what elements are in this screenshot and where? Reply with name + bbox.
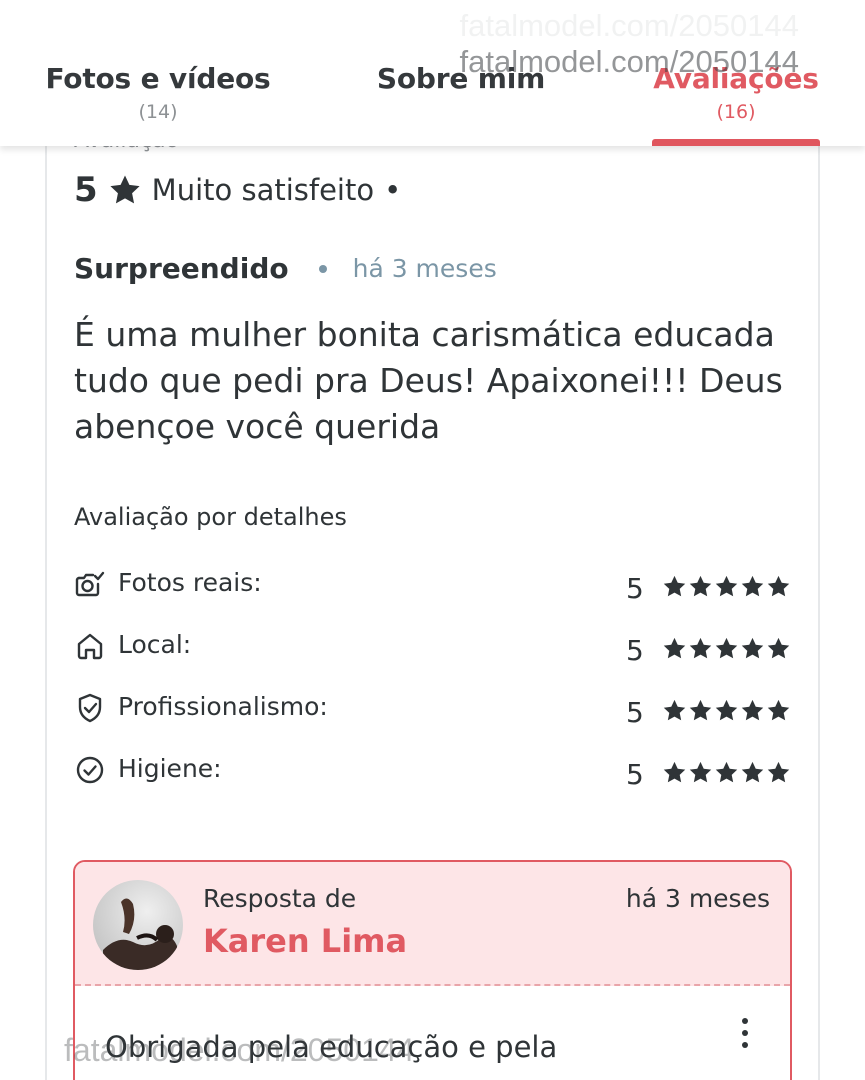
detail-label: Local:: [118, 630, 192, 659]
star-icon: [715, 699, 738, 721]
tab-about-me[interactable]: Sobre mim: [368, 62, 554, 95]
star-icon: [715, 575, 738, 597]
reply-time: há 3 meses: [625, 884, 770, 913]
star-icon: [741, 699, 764, 721]
detail-stars: [662, 574, 791, 599]
star-icon: [767, 575, 790, 597]
detail-label: Higiene:: [118, 754, 222, 783]
review-title: Surpreendido: [74, 252, 289, 285]
tab-bar: Fotos e vídeos (14) Sobre mim Avaliações…: [0, 0, 865, 146]
tab-photos-videos[interactable]: Fotos e vídeos (14): [40, 62, 276, 123]
tab-about-me-label: Sobre mim: [376, 62, 546, 95]
owner-reply: Resposta de Karen Lima há 3 meses Obriga…: [73, 860, 792, 1080]
detail-score: 5: [626, 634, 644, 667]
details-title: Avaliação por detalhes: [74, 503, 347, 531]
home-icon: [77, 633, 103, 660]
rating-separator: •: [384, 173, 402, 207]
reply-header: Resposta de Karen Lima há 3 meses: [75, 862, 790, 986]
review-time: há 3 meses: [352, 254, 497, 283]
overall-rating-value: 5: [74, 170, 98, 210]
detail-stars: [662, 636, 791, 661]
star-icon: [741, 637, 764, 659]
tab-reviews-label: Avaliações: [653, 62, 819, 95]
tab-reviews[interactable]: Avaliações (16): [648, 62, 824, 123]
star-icon: [689, 761, 712, 783]
star-icon: [767, 637, 790, 659]
star-icon: [663, 637, 686, 659]
detail-score: 5: [626, 696, 644, 729]
detail-row-professionalism: Profissionalismo: 5: [74, 690, 794, 730]
shield-check-icon: [78, 693, 102, 723]
star-icon: [715, 637, 738, 659]
detail-row-hygiene: Higiene: 5: [74, 752, 794, 792]
avatar[interactable]: [93, 880, 183, 970]
star-icon: [715, 761, 738, 783]
circle-check-icon: [76, 756, 104, 784]
star-icon: [741, 575, 764, 597]
review-meta: Surpreendido há 3 meses: [74, 252, 497, 285]
star-icon: [689, 637, 712, 659]
star-icon: [663, 699, 686, 721]
detail-label: Profissionalismo:: [118, 692, 328, 721]
overall-rating: 5 Muito satisfeito •: [74, 170, 401, 210]
more-options-icon[interactable]: [740, 1018, 750, 1052]
detail-row-local: Local: 5: [74, 628, 794, 668]
star-icon: [110, 175, 140, 204]
tab-photos-videos-count: (14): [138, 101, 178, 123]
detail-row-photos: Fotos reais: 5: [74, 566, 794, 606]
overall-rating-text: Muito satisfeito: [151, 173, 375, 207]
active-tab-indicator: [652, 139, 820, 146]
reply-text: Obrigada pela educação e pela: [105, 1030, 558, 1064]
detail-score: 5: [626, 758, 644, 791]
meta-separator-dot: [318, 264, 327, 273]
star-icon: [767, 761, 790, 783]
avatar-photo-icon: [103, 898, 177, 970]
detail-stars: [662, 698, 791, 723]
review-body: É uma mulher bonita carismática educada …: [74, 315, 783, 446]
detail-score: 5: [626, 572, 644, 605]
star-icon: [767, 699, 790, 721]
detail-label: Fotos reais:: [118, 568, 262, 597]
star-icon: [689, 699, 712, 721]
detail-stars: [662, 760, 791, 785]
star-icon: [663, 575, 686, 597]
star-icon: [663, 761, 686, 783]
star-icon: [689, 575, 712, 597]
star-icon: [741, 761, 764, 783]
reply-author-name[interactable]: Karen Lima: [203, 922, 407, 960]
reply-from-label: Resposta de: [203, 884, 357, 913]
camera-check-icon: [75, 571, 105, 597]
tab-photos-videos-label: Fotos e vídeos: [45, 62, 271, 95]
tab-reviews-count: (16): [716, 101, 756, 123]
